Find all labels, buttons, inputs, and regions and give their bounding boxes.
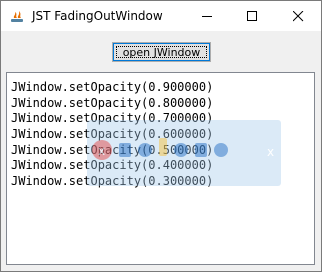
maximize-button[interactable] xyxy=(230,1,275,31)
fading-jwindow[interactable]: x x xyxy=(87,120,281,186)
svg-text:x: x xyxy=(98,144,105,158)
close-icon xyxy=(293,11,304,22)
java-app-icon xyxy=(9,8,25,24)
minimize-icon xyxy=(202,16,212,17)
log-line: JWindow.setOpacity(0.900000) xyxy=(11,80,214,94)
fading-window-logo: x xyxy=(92,138,228,160)
open-jwindow-button-label: open JWindow xyxy=(122,46,201,59)
minimize-button[interactable] xyxy=(185,1,230,31)
open-jwindow-button[interactable]: open JWindow xyxy=(112,42,211,62)
close-button[interactable] xyxy=(276,1,321,31)
fading-window-close-label[interactable]: x xyxy=(267,145,274,159)
maximize-icon xyxy=(247,11,257,21)
app-window: JST FadingOutWindow open JWindow JWindow… xyxy=(0,0,322,272)
window-title: JST FadingOutWindow xyxy=(32,9,163,23)
title-bar[interactable]: JST FadingOutWindow xyxy=(1,1,321,31)
log-line: JWindow.setOpacity(0.800000) xyxy=(11,95,214,110)
